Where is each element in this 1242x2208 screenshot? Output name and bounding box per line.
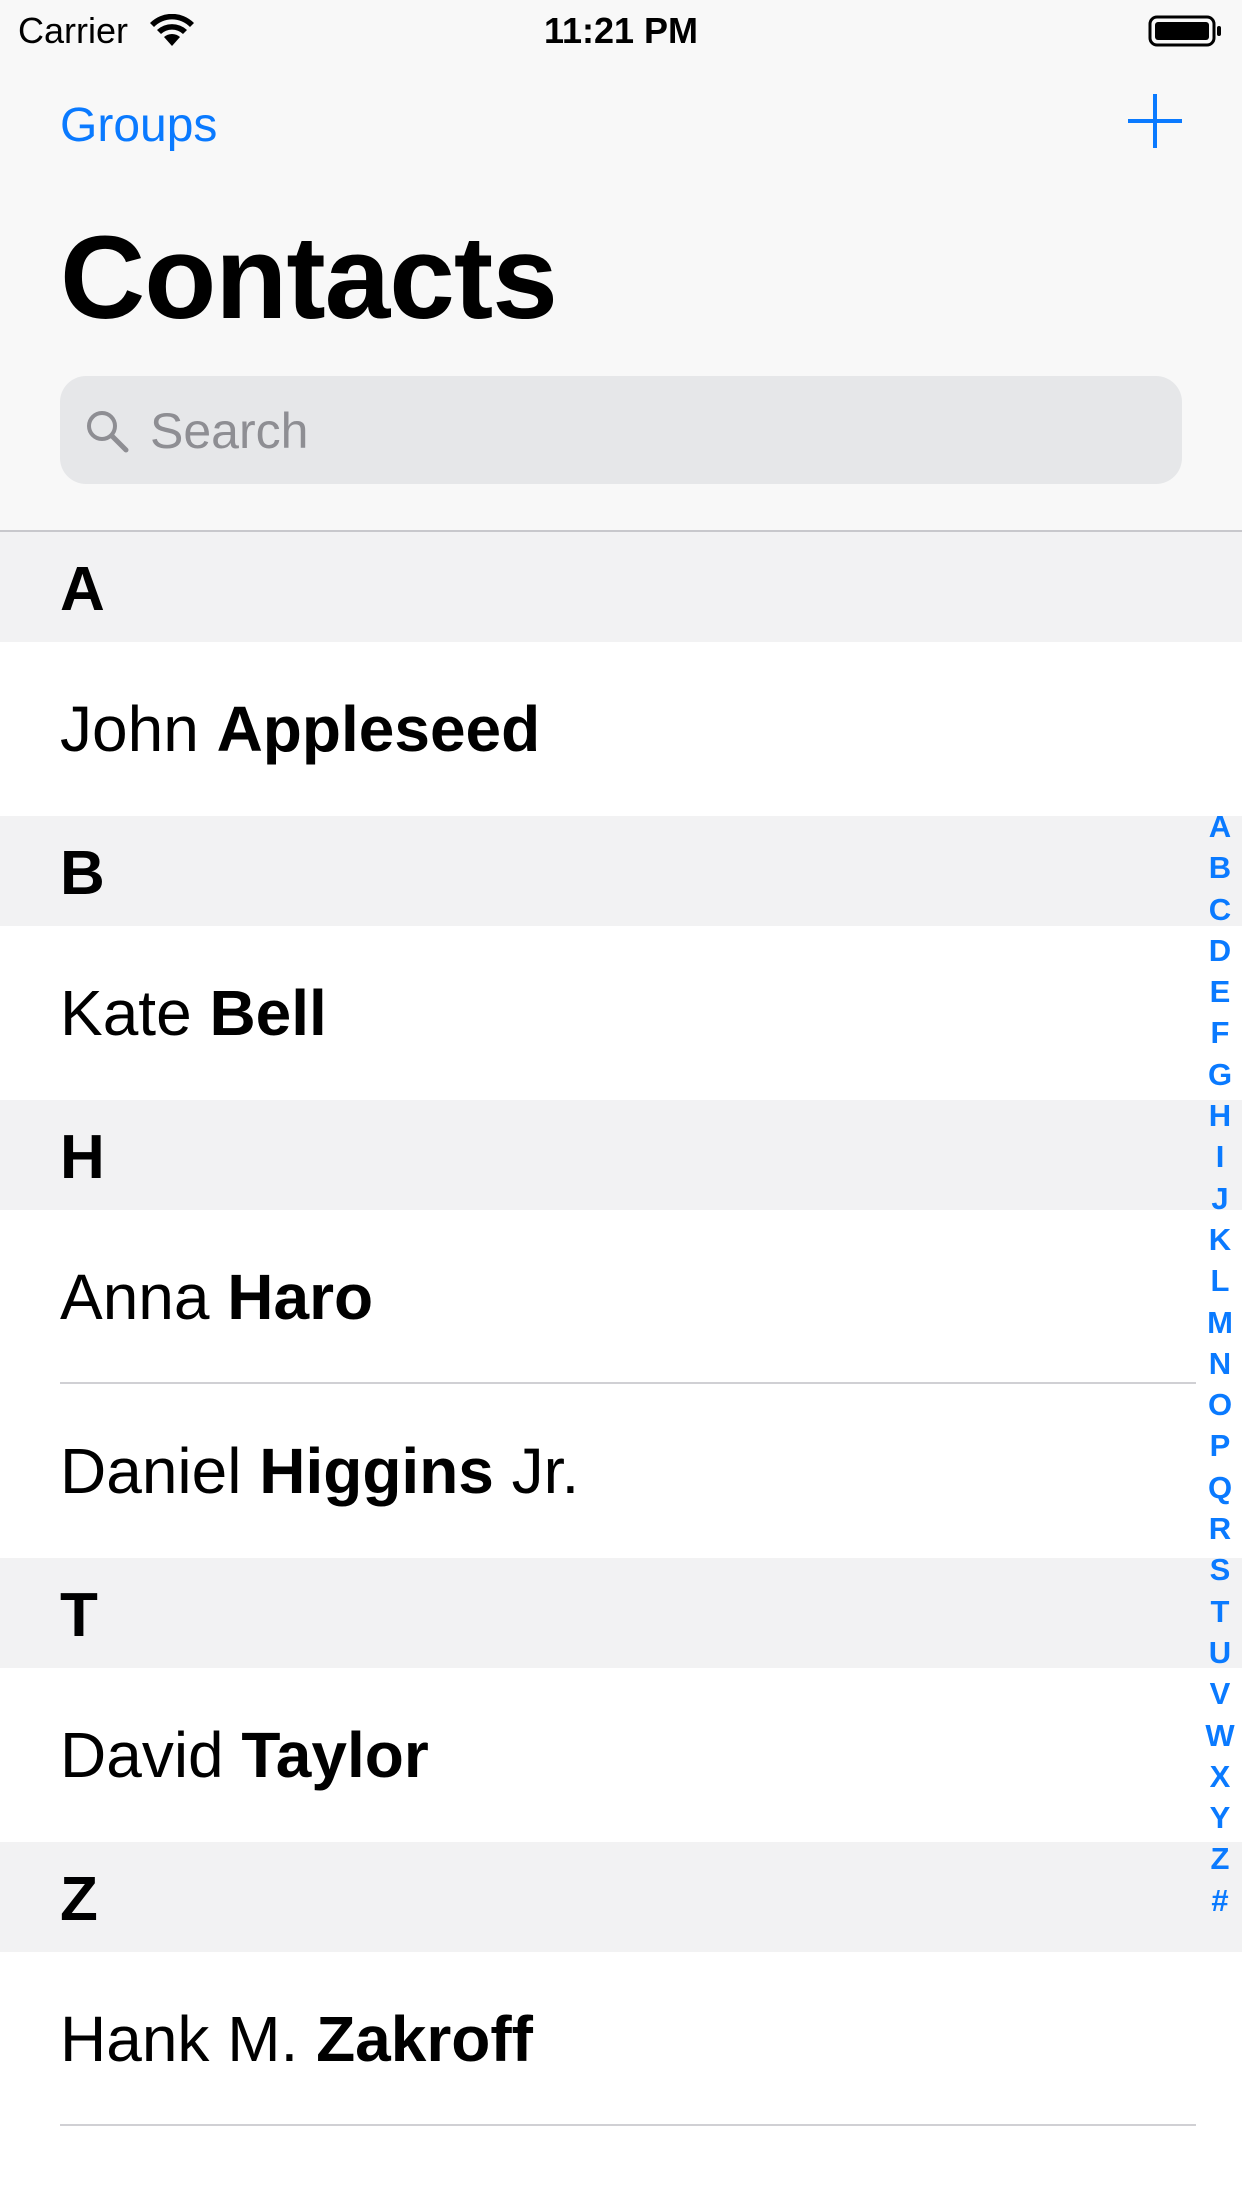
index-letter[interactable]: G: [1200, 1054, 1240, 1095]
index-letter[interactable]: I: [1200, 1136, 1240, 1177]
search-icon: [87, 411, 129, 453]
contact-row[interactable]: Kate Bell: [0, 926, 1242, 1100]
battery-full-icon: [1148, 15, 1221, 47]
index-letter[interactable]: W: [1200, 1715, 1240, 1756]
first-name: Hank M.: [60, 2003, 299, 2075]
index-letter[interactable]: L: [1200, 1260, 1240, 1301]
page-title: Contacts: [60, 212, 558, 344]
index-letter[interactable]: P: [1200, 1425, 1240, 1466]
section-letter: B: [60, 839, 105, 908]
index-letter[interactable]: X: [1200, 1756, 1240, 1797]
index-letter[interactable]: U: [1200, 1632, 1240, 1673]
plus-icon[interactable]: [1126, 92, 1184, 150]
index-letter[interactable]: Z: [1200, 1838, 1240, 1879]
index-letter[interactable]: J: [1200, 1178, 1240, 1219]
contact-row[interactable]: David Taylor: [0, 1668, 1242, 1842]
contact-name: Kate Bell: [60, 976, 327, 1050]
index-letter[interactable]: #: [1200, 1880, 1240, 1921]
groups-button[interactable]: Groups: [60, 98, 217, 153]
last-name: Haro: [227, 1261, 374, 1333]
status-bar: Carrier 11:21 PM: [0, 0, 1242, 60]
last-name: Zakroff: [316, 2003, 533, 2075]
index-letter[interactable]: C: [1200, 889, 1240, 930]
section-letter: H: [60, 1123, 105, 1192]
first-name: John: [60, 693, 199, 765]
index-letter[interactable]: K: [1200, 1219, 1240, 1260]
contact-row[interactable]: Daniel Higgins Jr.: [0, 1384, 1242, 1558]
section-letter: A: [60, 555, 105, 624]
name-suffix: Jr.: [511, 1435, 580, 1507]
index-letter[interactable]: O: [1200, 1384, 1240, 1425]
section-header: H: [0, 1100, 1242, 1210]
index-letter[interactable]: R: [1200, 1508, 1240, 1549]
first-name: Anna: [60, 1261, 210, 1333]
contact-name: John Appleseed: [60, 692, 540, 766]
section-header: B: [0, 816, 1242, 926]
search-input[interactable]: [148, 396, 1152, 466]
contact-row[interactable]: Hank M. Zakroff: [0, 1952, 1242, 2126]
index-letter[interactable]: Q: [1200, 1467, 1240, 1508]
contact-name: Anna Haro: [60, 1260, 373, 1334]
section-header: A: [0, 532, 1242, 642]
first-name: David: [60, 1719, 224, 1791]
contact-name: David Taylor: [60, 1718, 429, 1792]
index-letter[interactable]: H: [1200, 1095, 1240, 1136]
contact-name: Hank M. Zakroff: [60, 2002, 533, 2076]
last-name: Taylor: [241, 1719, 429, 1791]
index-letter[interactable]: F: [1200, 1012, 1240, 1053]
first-name: Kate: [60, 977, 192, 1049]
contact-name: Daniel Higgins Jr.: [60, 1434, 579, 1508]
section-header: Z: [0, 1842, 1242, 1952]
index-letter[interactable]: Y: [1200, 1797, 1240, 1838]
section-index[interactable]: A B C D E F G H I J K L M N O P Q R S T U V W X Y Z #: [1200, 806, 1240, 1921]
first-name: Daniel: [60, 1435, 242, 1507]
status-time: 11:21 PM: [543, 10, 699, 51]
last-name: Bell: [209, 977, 327, 1049]
index-letter[interactable]: V: [1200, 1673, 1240, 1714]
index-letter[interactable]: D: [1200, 930, 1240, 971]
section-letter: T: [60, 1581, 98, 1650]
last-name: Appleseed: [216, 693, 541, 765]
index-letter[interactable]: T: [1200, 1591, 1240, 1632]
contact-row[interactable]: John Appleseed: [0, 642, 1242, 816]
contacts-list: A John Appleseed B Kate Bell H Anna Haro…: [0, 532, 1242, 2126]
index-letter[interactable]: S: [1200, 1549, 1240, 1590]
index-letter[interactable]: M: [1200, 1302, 1240, 1343]
section-header: T: [0, 1558, 1242, 1668]
index-letter[interactable]: A: [1200, 806, 1240, 847]
index-letter[interactable]: N: [1200, 1343, 1240, 1384]
search-bar[interactable]: [60, 376, 1182, 484]
last-name: Higgins: [259, 1435, 494, 1507]
index-letter[interactable]: B: [1200, 847, 1240, 888]
contact-row[interactable]: Anna Haro: [0, 1210, 1242, 1384]
navigation-bar: Groups Contacts: [0, 60, 1242, 532]
section-letter: Z: [60, 1865, 98, 1934]
index-letter[interactable]: E: [1200, 971, 1240, 1012]
